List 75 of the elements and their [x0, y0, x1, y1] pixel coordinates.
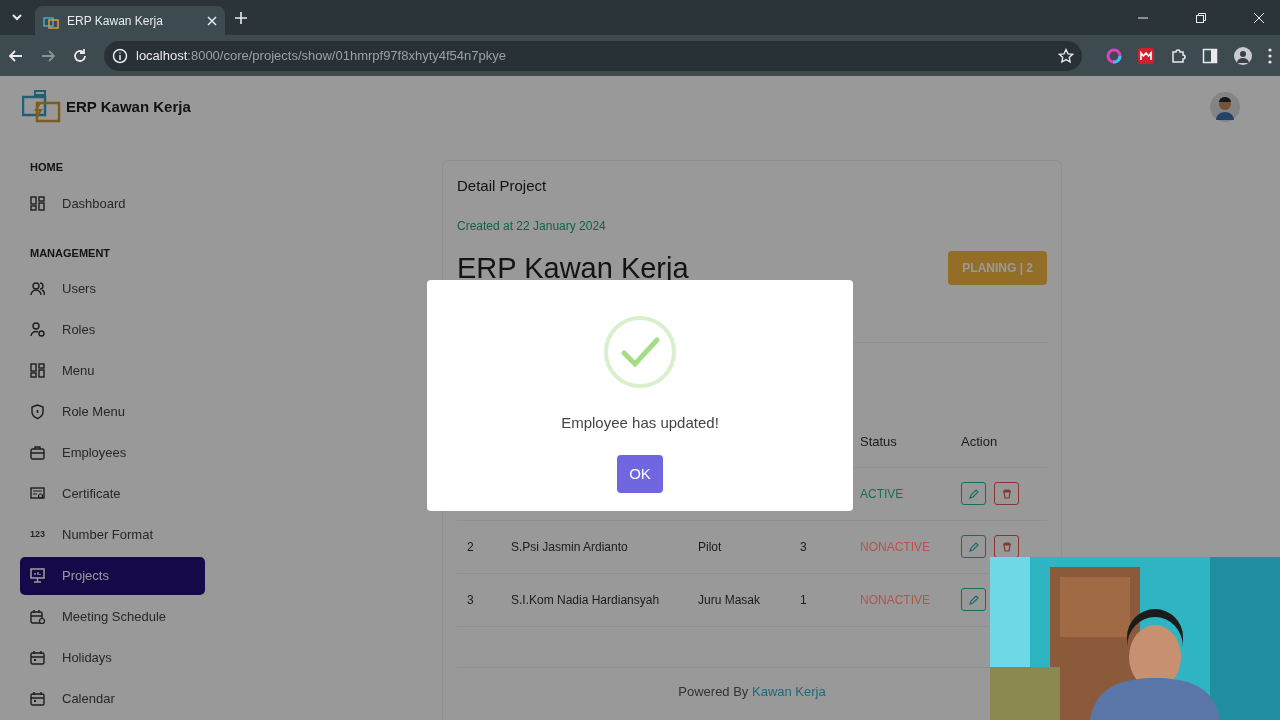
side-panel-icon[interactable] — [1202, 47, 1218, 64]
info-icon — [112, 47, 128, 64]
sidebar-item[interactable]: Projects — [20, 557, 205, 595]
status-text: NONACTIVE — [860, 592, 930, 607]
users-icon — [30, 281, 46, 297]
column-header: Status — [860, 434, 897, 449]
url-text: localhost:8000/core/projects/show/01hmrpf97f8xhyty4f54n7pkye — [136, 46, 507, 65]
profile-avatar-icon[interactable] — [1234, 46, 1252, 65]
success-check-icon — [604, 316, 676, 388]
extension-badge-icon[interactable] — [1138, 47, 1154, 64]
close-icon[interactable] — [207, 15, 217, 26]
grid-icon — [30, 363, 46, 379]
status-text: ACTIVE — [860, 486, 904, 501]
trash-icon — [1001, 541, 1012, 552]
close-icon[interactable] — [1254, 12, 1264, 23]
project-title: ERP Kawan Kerja — [457, 250, 689, 286]
sidebar-item[interactable]: Menu — [20, 352, 205, 390]
shield-icon — [30, 404, 46, 420]
sidebar-item[interactable]: Dashboard — [20, 184, 205, 223]
brand-logo-icon — [22, 90, 62, 124]
dialog-message: Employee has updated! — [561, 413, 719, 433]
table-cell: 3 — [467, 592, 474, 607]
table-cell: S.I.Kom Nadia Hardiansyah — [511, 592, 660, 607]
new-tab-icon[interactable] — [235, 12, 247, 24]
delete-button[interactable] — [994, 482, 1019, 505]
calendar-icon — [30, 650, 46, 666]
section-label: HOME — [29, 160, 64, 175]
sidebar-item[interactable]: 123 Number Format — [20, 516, 205, 554]
pencil-icon — [968, 541, 979, 552]
bookmark-star-icon[interactable] — [1058, 47, 1074, 64]
address-bar[interactable]: localhost:8000/core/projects/show/01hmrpf97f8xhyty4f54n7pkye — [104, 40, 1082, 71]
table-cell: S.Psi Jasmin Ardianto — [511, 539, 628, 554]
forward-icon[interactable] — [40, 47, 56, 64]
presentation-board-icon — [30, 568, 46, 584]
sidebar-item[interactable]: Employees — [20, 434, 205, 472]
color-ring-icon[interactable] — [1106, 47, 1122, 64]
table-cell: 3 — [800, 539, 807, 554]
sidebar-item[interactable]: Holidays — [20, 639, 205, 677]
brand-name: ERP Kawan Kerja — [66, 96, 191, 117]
section-heading: Detail Project — [457, 176, 548, 196]
ok-button[interactable]: OK — [617, 454, 663, 493]
user-avatar[interactable] — [1210, 92, 1240, 122]
user-gear-icon — [30, 322, 46, 338]
tab-title: ERP Kawan Kerja — [67, 12, 164, 30]
created-date: Created at 22 January 2024 — [457, 217, 607, 235]
calendar-icon — [30, 691, 46, 707]
status-badge: PLANING | 2 — [948, 251, 1047, 286]
reload-icon[interactable] — [72, 47, 88, 64]
sidebar-item[interactable]: Users — [20, 270, 205, 308]
pencil-icon — [968, 488, 979, 499]
briefcase-icon — [30, 445, 46, 461]
sidebar-item[interactable]: Meeting Schedule — [20, 598, 205, 636]
browser-tab[interactable]: ERP Kawan Kerja — [35, 6, 225, 35]
sidebar-item[interactable]: Role Menu — [20, 393, 205, 431]
column-header: Action — [961, 434, 998, 449]
more-menu-icon[interactable] — [1268, 47, 1272, 64]
pencil-icon — [968, 594, 979, 605]
sidebar-item[interactable]: Roles — [20, 311, 205, 349]
table-cell: Pilot — [698, 539, 722, 554]
table-cell: Juru Masak — [698, 592, 761, 607]
back-icon[interactable] — [8, 47, 24, 64]
delete-button[interactable] — [994, 535, 1019, 558]
number-icon: 123 — [30, 528, 46, 542]
sidebar-item[interactable]: Calendar — [20, 680, 205, 718]
section-label: MANAGEMENT — [29, 245, 112, 261]
grid-icon — [30, 195, 46, 212]
puzzle-icon[interactable] — [1170, 47, 1186, 64]
table-cell: 1 — [800, 592, 807, 607]
restore-icon[interactable] — [1196, 12, 1206, 23]
calendar-clock-icon — [30, 609, 46, 625]
trash-icon — [1001, 488, 1012, 499]
sidebar-item[interactable]: Certificate — [20, 475, 205, 513]
status-text: NONACTIVE — [860, 539, 930, 554]
table-cell: 2 — [467, 539, 474, 554]
certificate-icon — [30, 486, 46, 502]
